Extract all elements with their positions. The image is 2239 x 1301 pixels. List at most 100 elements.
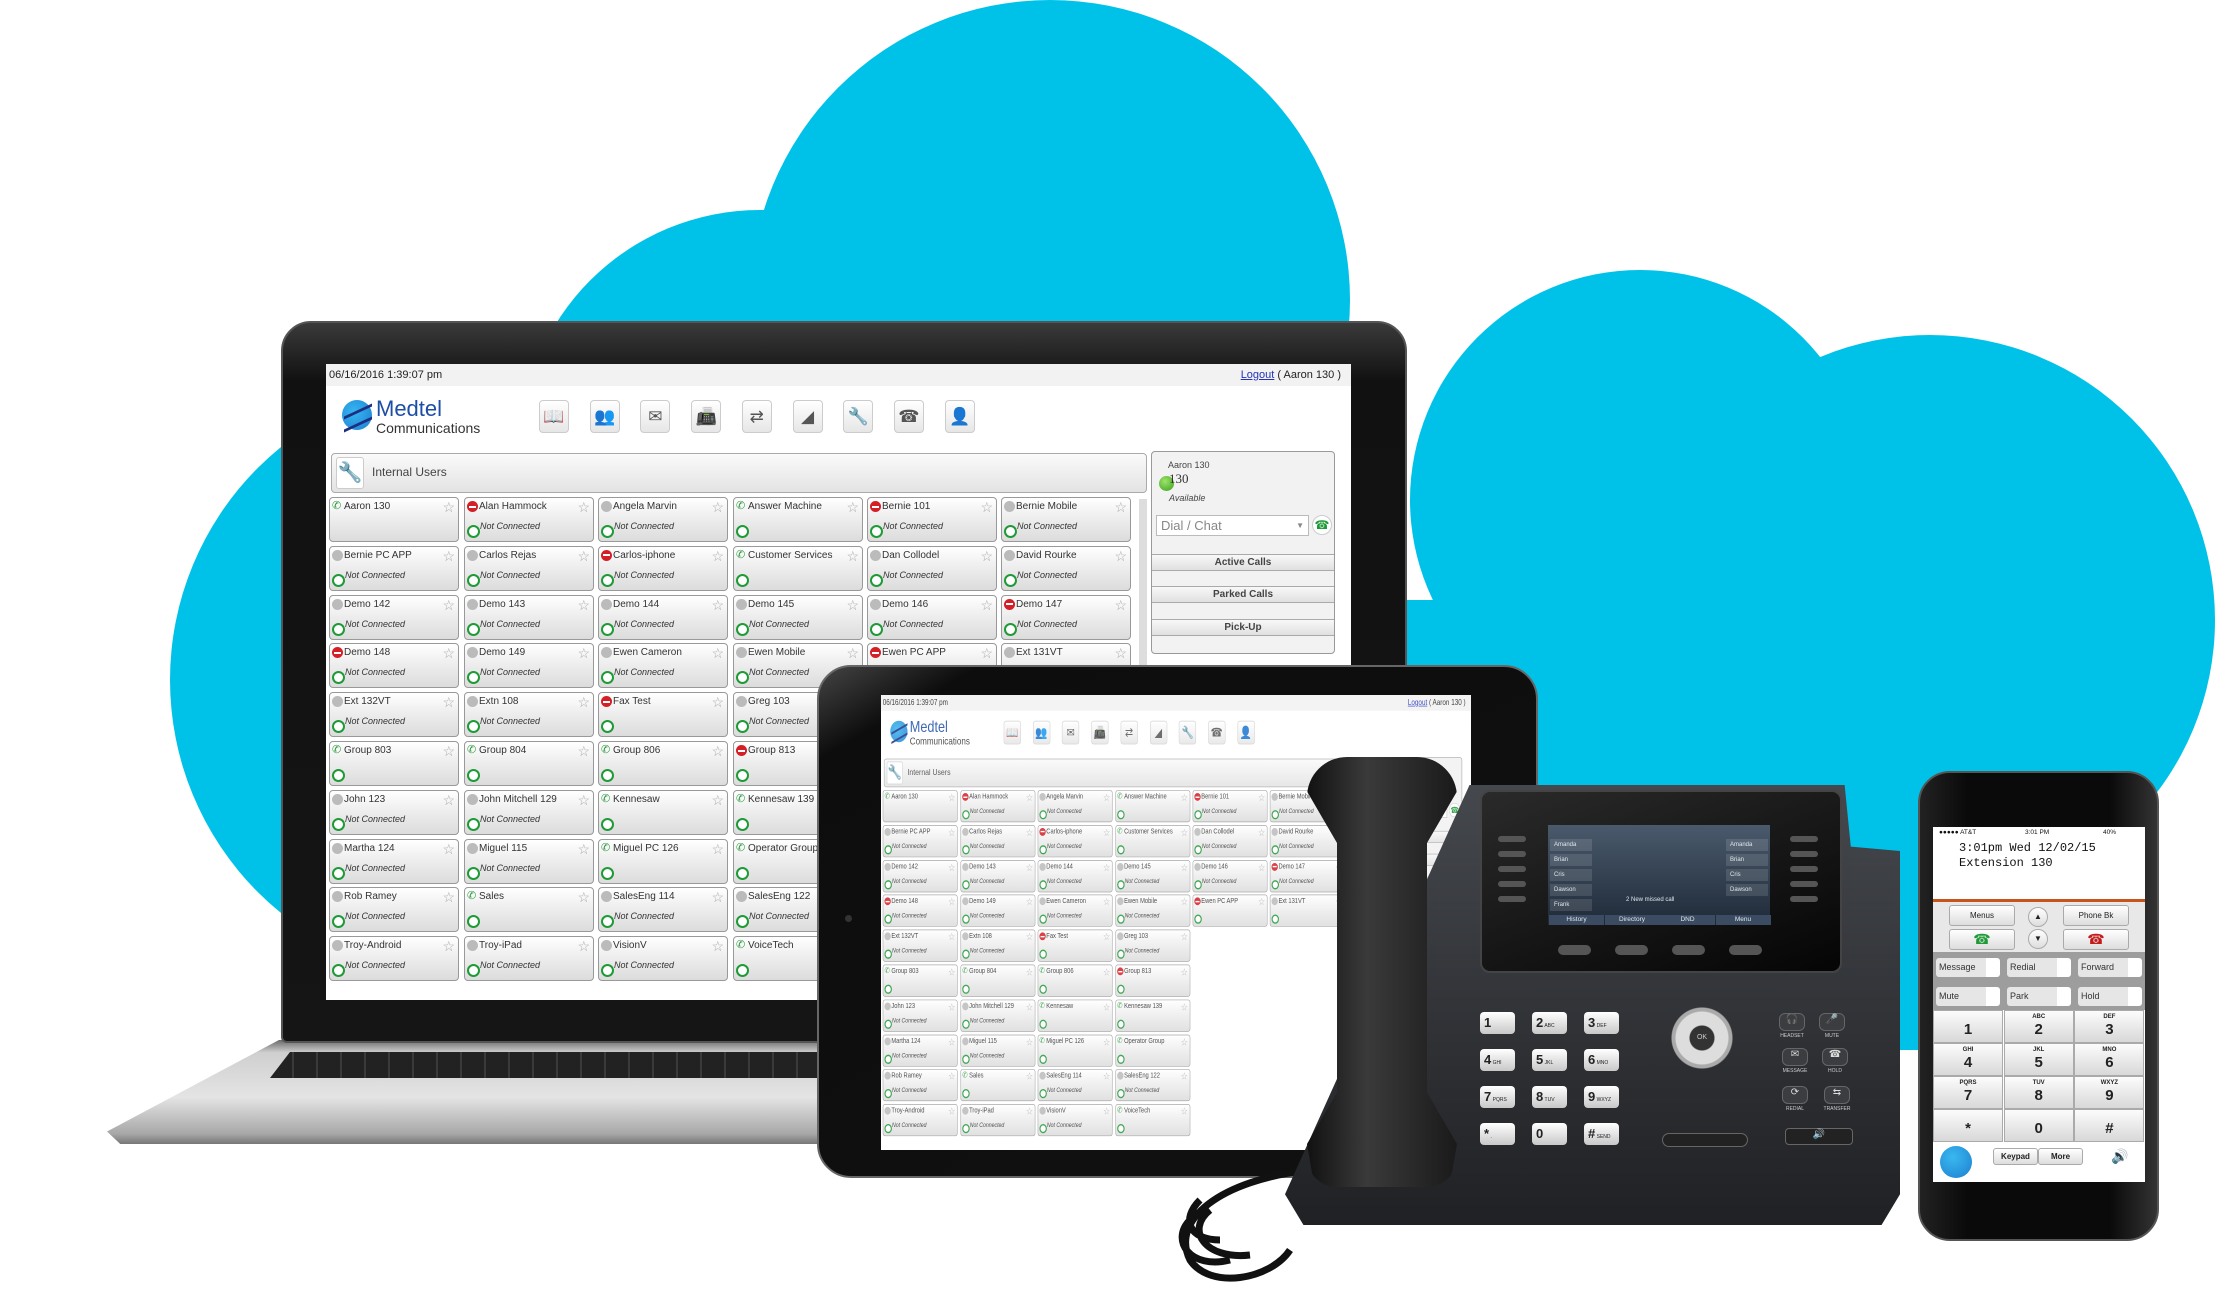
- forward-button[interactable]: Forward: [2078, 958, 2142, 977]
- user-tile[interactable]: Miguel 115 ☆ Not Connected: [464, 838, 594, 884]
- line-key-contact[interactable]: Amanda: [1726, 839, 1768, 851]
- keypad-key[interactable]: #: [2074, 1109, 2145, 1142]
- chat-icon[interactable]: [962, 1019, 970, 1029]
- user-tile[interactable]: Bernie PC APP ☆ Not Connected: [882, 824, 958, 858]
- chat-icon[interactable]: [884, 1089, 892, 1099]
- favorite-star-icon[interactable]: ☆: [1026, 1106, 1033, 1118]
- chat-icon[interactable]: [736, 573, 749, 587]
- chat-icon[interactable]: [601, 964, 614, 978]
- chat-icon[interactable]: [870, 573, 883, 587]
- favorite-star-icon[interactable]: ☆: [711, 694, 724, 711]
- user-tile[interactable]: Greg 103 ☆ Not Connected: [1115, 929, 1191, 962]
- chat-icon[interactable]: [1117, 1124, 1125, 1134]
- fax-icon[interactable]: 📠: [691, 400, 722, 433]
- user-tile[interactable]: ✆ Group 806 ☆: [1037, 964, 1113, 997]
- favorite-star-icon[interactable]: ☆: [577, 938, 590, 955]
- chat-icon[interactable]: [1194, 845, 1202, 855]
- voicemail-icon[interactable]: ✉: [640, 400, 671, 433]
- chat-icon[interactable]: [467, 866, 480, 880]
- chat-icon[interactable]: [601, 573, 614, 587]
- line-key[interactable]: [1790, 881, 1818, 887]
- keypad-key[interactable]: 1: [1933, 1010, 2003, 1043]
- arrow-up-icon[interactable]: ▲: [2028, 907, 2048, 927]
- fax-icon[interactable]: 📠: [1091, 720, 1109, 745]
- line-key-contact[interactable]: Cris: [1550, 869, 1592, 881]
- chat-icon[interactable]: [962, 914, 970, 925]
- favorite-star-icon[interactable]: ☆: [1103, 826, 1110, 838]
- softkey-button[interactable]: [1615, 945, 1648, 955]
- user-tile[interactable]: ✆Operator Group ☆: [1115, 1034, 1191, 1067]
- chat-icon[interactable]: [601, 915, 614, 929]
- favorite-star-icon[interactable]: ☆: [442, 938, 455, 955]
- dial-chat-combobox[interactable]: Dial / Chat ▼: [1156, 515, 1309, 536]
- redial-button[interactable]: ⟳: [1782, 1086, 1808, 1104]
- user-tile[interactable]: Demo 149 ☆ Not Connected: [464, 643, 594, 689]
- chat-icon[interactable]: [1039, 810, 1047, 820]
- chat-icon[interactable]: [1194, 810, 1202, 820]
- user-tile[interactable]: ✆VoiceTech ☆: [1115, 1104, 1191, 1137]
- user-tile[interactable]: Martha 124 ☆ Not Connected: [882, 1034, 958, 1067]
- chat-icon[interactable]: [962, 984, 970, 994]
- user-tile[interactable]: ✆Kennesaw 139 ☆: [1115, 999, 1191, 1032]
- chat-icon[interactable]: [1039, 1124, 1047, 1134]
- favorite-star-icon[interactable]: ☆: [577, 889, 590, 906]
- line-key[interactable]: [1790, 896, 1818, 902]
- mute-button[interactable]: Mute: [1936, 987, 2000, 1006]
- favorite-star-icon[interactable]: ☆: [1181, 896, 1188, 908]
- chat-icon[interactable]: [332, 573, 345, 587]
- park-button[interactable]: Park: [2007, 987, 2071, 1006]
- user-tile[interactable]: Martha 124 ☆ Not Connected: [329, 838, 459, 884]
- favorite-star-icon[interactable]: ☆: [442, 694, 455, 711]
- redial-button[interactable]: Redial: [2007, 958, 2071, 977]
- favorite-star-icon[interactable]: ☆: [1103, 1071, 1110, 1083]
- call-transfer-icon[interactable]: ⇄: [741, 400, 772, 433]
- line-key-contact[interactable]: Amanda: [1550, 839, 1592, 851]
- user-tile[interactable]: Rob Ramey ☆ Not Connected: [882, 1069, 958, 1102]
- keypad-key[interactable]: DEF 3: [2074, 1010, 2145, 1043]
- headset-button[interactable]: 🎧: [1779, 1013, 1805, 1031]
- user-tile[interactable]: John 123 ☆ Not Connected: [882, 999, 958, 1032]
- chat-icon[interactable]: [962, 810, 970, 820]
- chat-icon[interactable]: [467, 915, 480, 929]
- chat-icon[interactable]: [332, 866, 345, 880]
- phone-book-button[interactable]: Phone Bk: [2063, 905, 2129, 926]
- chat-icon[interactable]: [962, 879, 970, 890]
- user-tile[interactable]: Dan Collodel ☆ Not Connected: [1192, 824, 1268, 858]
- directory-book-icon[interactable]: 📖: [539, 400, 569, 433]
- chat-icon[interactable]: [332, 817, 345, 831]
- line-key[interactable]: [1498, 896, 1526, 902]
- favorite-star-icon[interactable]: ☆: [1181, 861, 1188, 873]
- favorite-star-icon[interactable]: ☆: [442, 499, 455, 516]
- line-key[interactable]: [1498, 881, 1526, 887]
- dial-key[interactable]: 7 PQRS: [1480, 1086, 1515, 1108]
- user-tile[interactable]: John Mitchell 129 ☆ Not Connected: [960, 999, 1036, 1032]
- line-key-contact[interactable]: Cris: [1726, 869, 1768, 881]
- user-tile[interactable]: Demo 148 ☆ Not Connected: [329, 643, 459, 689]
- chat-icon[interactable]: [1194, 914, 1202, 925]
- user-tile[interactable]: John 123 ☆ Not Connected: [329, 789, 459, 835]
- chat-icon[interactable]: [1039, 879, 1047, 890]
- user-tile[interactable]: Bernie Mobile ☆ Not Connected: [1001, 497, 1131, 542]
- conference-icon[interactable]: 👥: [589, 400, 620, 433]
- favorite-star-icon[interactable]: ☆: [1181, 1071, 1188, 1083]
- line-key-contact[interactable]: Brian: [1550, 854, 1592, 866]
- chat-icon[interactable]: [884, 879, 892, 890]
- answer-call-button[interactable]: ☎: [1949, 929, 2015, 950]
- reports-chart-icon[interactable]: ◢: [1149, 720, 1167, 745]
- volume-bar[interactable]: [1662, 1133, 1748, 1147]
- user-tile[interactable]: Ewen Cameron ☆ Not Connected: [1037, 894, 1113, 927]
- dial-key[interactable]: 4 GHI: [1480, 1049, 1515, 1071]
- user-tile[interactable]: SalesEng 114 ☆ Not Connected: [598, 887, 728, 933]
- user-tile[interactable]: Bernie 101 ☆ Not Connected: [867, 497, 997, 542]
- line-key-contact[interactable]: Dawson: [1550, 884, 1592, 896]
- favorite-star-icon[interactable]: ☆: [711, 743, 724, 760]
- chat-icon[interactable]: [332, 671, 345, 685]
- user-tile[interactable]: Dan Collodel ☆ Not Connected: [867, 545, 997, 591]
- user-profile-icon[interactable]: 👤: [944, 400, 975, 433]
- chat-icon[interactable]: [1271, 845, 1280, 855]
- mute-button[interactable]: 🎤: [1819, 1013, 1845, 1031]
- user-tile[interactable]: Bernie PC APP ☆ Not Connected: [329, 545, 459, 591]
- chat-icon[interactable]: [962, 845, 970, 855]
- favorite-star-icon[interactable]: ☆: [577, 548, 590, 565]
- user-tile[interactable]: Alan Hammock ☆ Not Connected: [464, 497, 594, 542]
